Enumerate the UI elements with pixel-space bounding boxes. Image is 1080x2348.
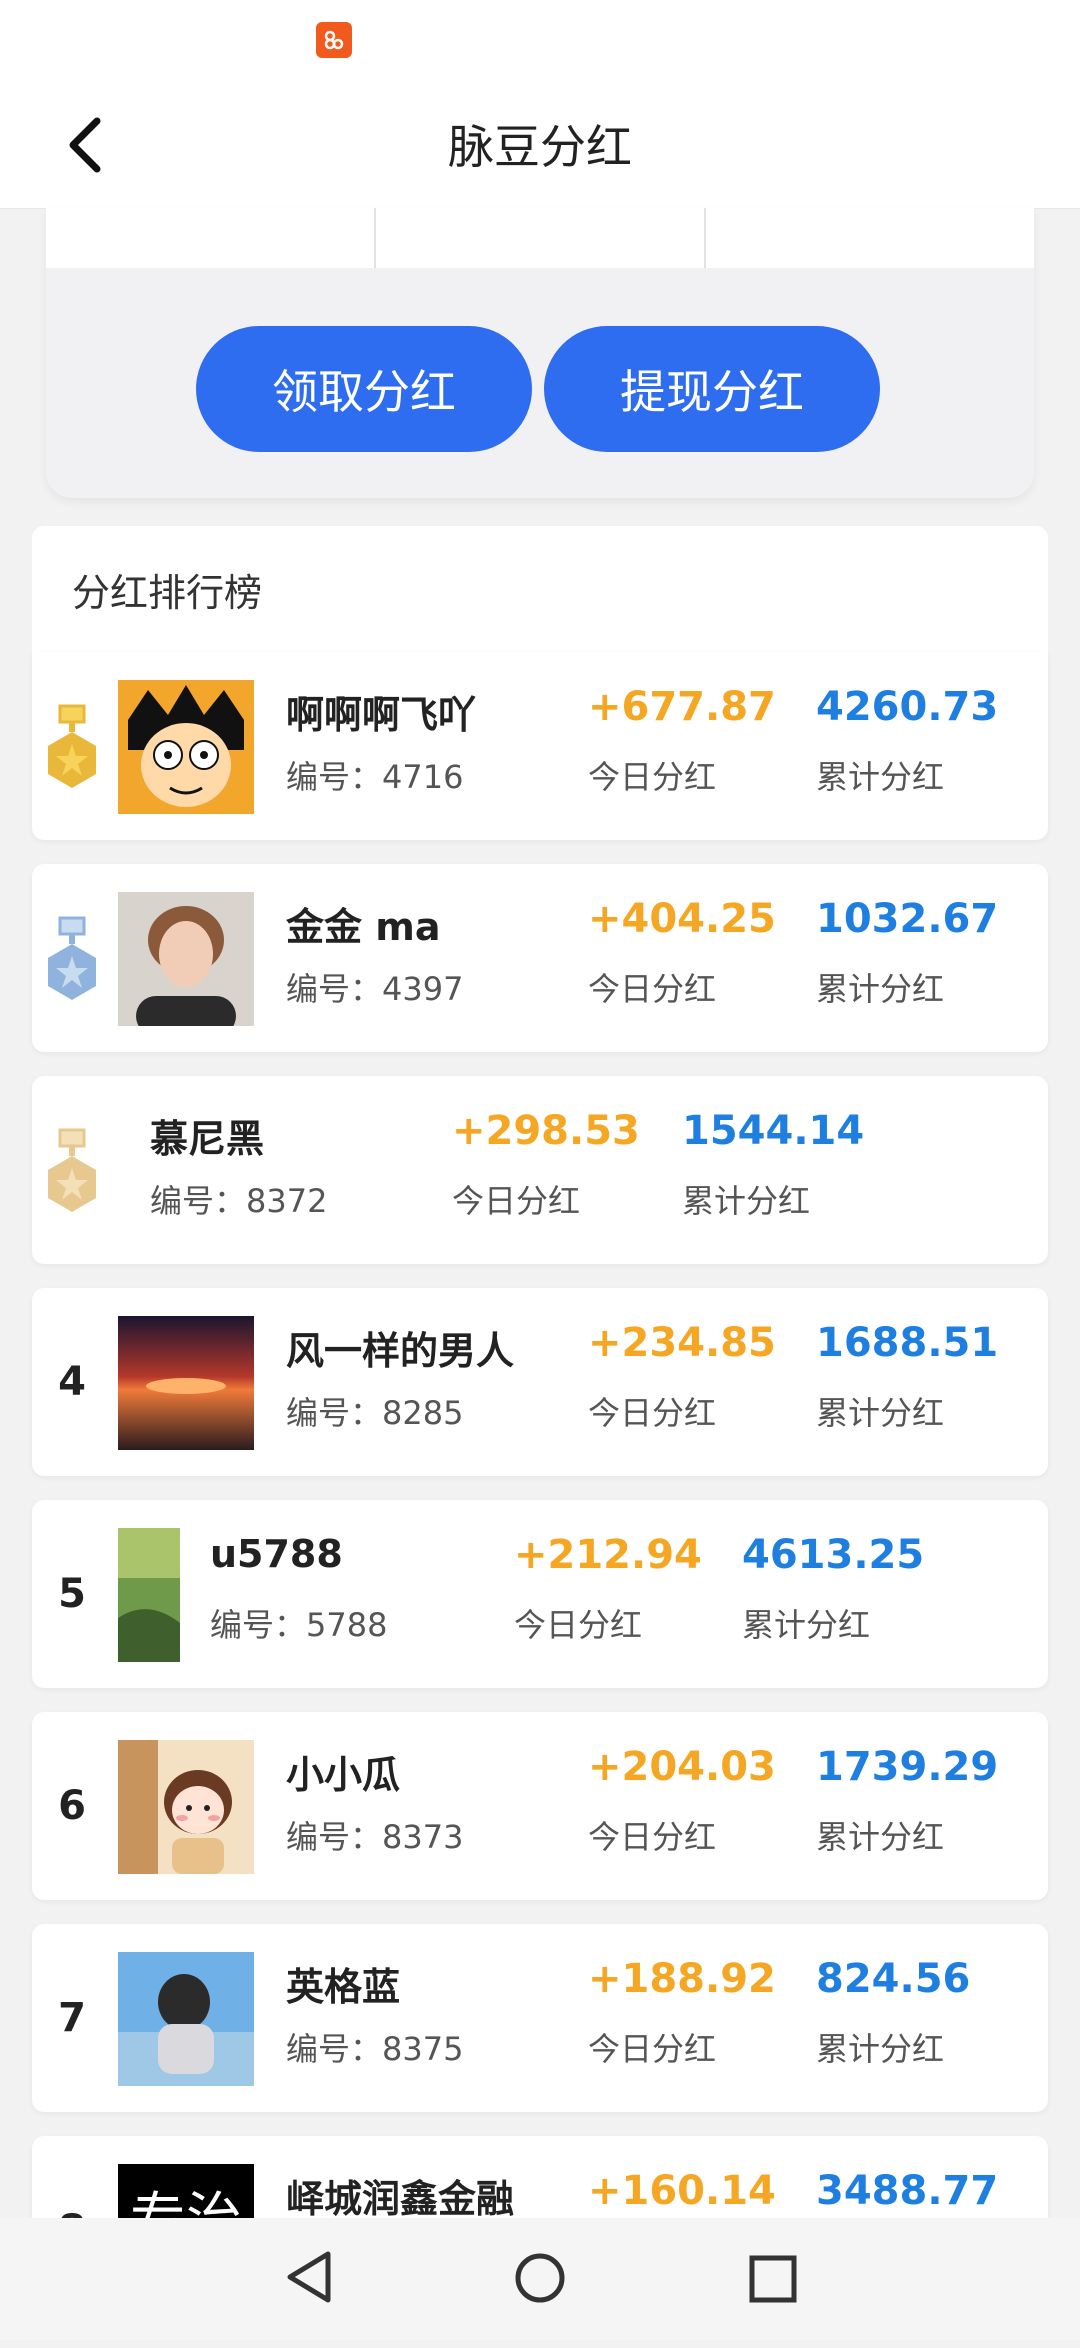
claim-dividend-button[interactable]: 领取分红 [196,326,532,452]
ranking-row[interactable]: 啊啊啊飞吖编号：4716 +677.87 今日分红 4260.73 累计分红 [32,652,1048,840]
total-dividend-value: 4613.25 [742,1532,925,1578]
nav-back-button[interactable] [282,2248,336,2310]
user-id: 编号：8372 [150,1182,328,1220]
page-title: 脉豆分红 [448,120,632,174]
user-avatar [118,1952,254,2086]
total-dividend-label: 累计分红 [816,758,945,796]
dividend-summary-card: 领取分红 提现分红 [46,208,1034,498]
summary-cell [706,208,1034,268]
user-avatar [118,680,254,814]
today-dividend-value: +188.92 [588,1956,776,2002]
user-avatar [118,1528,180,1662]
total-dividend-value: 1032.67 [816,896,999,942]
user-id: 编号：5788 [210,1606,388,1644]
user-id: 编号：8375 [286,2030,464,2068]
ranking-row[interactable]: 7 英格蓝编号：8375 +188.92 今日分红 824.56 累计分红 [32,1924,1048,2112]
ranking-row[interactable]: 6 小小瓜编号：8373 +204.03 今日分红 1739.29 累计分红 [32,1712,1048,1900]
ranking-title: 分红排行榜 [72,570,263,615]
total-dividend-value: 1544.14 [682,1108,865,1154]
ranking-list: 啊啊啊飞吖 编号：4716 +677.87 今日分红 4260.73 累计分红 金金 ma 编… [32,652,1048,2348]
rank-number: 6 [58,1783,86,1829]
user-name: 啊啊啊飞吖 [286,693,477,737]
summary-cell [376,208,706,268]
user-name: 峄城润鑫金融 [286,2177,515,2221]
app-header: 脉豆分红 [0,80,1080,209]
today-dividend-value: +677.87 [588,684,776,730]
user-name: 小小瓜 [286,1753,401,1797]
square-recents-icon [749,2255,797,2303]
user-id: 编号：8373 [286,1818,464,1856]
nav-recents-button[interactable] [748,2254,798,2308]
user-name: 慕尼黑 [150,1117,265,1161]
app-notification-icon [316,22,352,58]
ranking-row[interactable]: 慕尼黑编号：8372 +298.53 今日分红 1544.14 累计分红 [32,1076,1048,1264]
bronze-medal-icon [48,1128,96,1212]
gold-medal-icon [48,704,96,788]
today-dividend-value: +204.03 [588,1744,776,1790]
summary-stats-row [46,208,1034,268]
user-name: 风一样的男人 [286,1329,515,1373]
total-dividend-value: 824.56 [816,1956,971,2002]
user-avatar [118,1316,254,1450]
action-buttons: 领取分红 提现分红 [196,326,880,452]
system-nav-bar [0,2218,1080,2340]
ranking-header: 分红排行榜 [32,526,1048,654]
today-dividend-value: +234.85 [588,1320,776,1366]
summary-cell [46,208,376,268]
user-name: 金金 ma [286,905,441,949]
total-dividend-label: 累计分红 [816,1394,945,1432]
total-dividend-label: 累计分红 [816,1818,945,1856]
total-dividend-label: 累计分红 [816,2030,945,2068]
total-dividend-label: 累计分红 [742,1606,871,1644]
today-dividend-label: 今日分红 [588,1818,717,1856]
today-dividend-label: 今日分红 [588,758,717,796]
user-id: 编号：4397 [286,970,464,1008]
today-dividend-label: 今日分红 [588,1394,717,1432]
nav-home-button[interactable] [514,2252,566,2308]
today-dividend-value: +212.94 [514,1532,702,1578]
total-dividend-value: 1688.51 [816,1320,999,1366]
total-dividend-value: 4260.73 [816,684,999,730]
user-id: 编号：4716 [286,758,464,796]
ranking-row[interactable]: 金金 ma 编号：4397 +404.25 今日分红 1032.67 累计分红 [32,864,1048,1052]
today-dividend-value: +298.53 [452,1108,640,1154]
today-dividend-value: +404.25 [588,896,776,942]
rank-number: 5 [58,1571,86,1617]
user-id: 编号：8285 [286,1394,464,1432]
circle-home-icon [515,2253,565,2303]
back-button[interactable] [50,110,120,180]
today-dividend-label: 今日分红 [588,970,717,1008]
today-dividend-value: +160.14 [588,2168,776,2214]
total-dividend-value: 3488.77 [816,2168,999,2214]
withdraw-dividend-button[interactable]: 提现分红 [544,326,880,452]
today-dividend-label: 今日分红 [452,1182,581,1220]
rank-number: 7 [58,1995,86,2041]
today-dividend-label: 今日分红 [588,2030,717,2068]
chevron-left-icon [69,117,101,173]
rank-number: 4 [58,1359,86,1405]
today-dividend-label: 今日分红 [514,1606,643,1644]
user-avatar [118,892,254,1026]
total-dividend-label: 累计分红 [816,970,945,1008]
triangle-back-icon [287,2251,331,2303]
user-name: 英格蓝 [286,1965,401,2009]
silver-medal-icon [48,916,96,1000]
total-dividend-label: 累计分红 [682,1182,811,1220]
status-bar [0,0,1080,80]
total-dividend-value: 1739.29 [816,1744,999,1790]
user-avatar [118,1740,254,1874]
ranking-row[interactable]: 4 风一样的男人编号：8285 +234.85 今日分红 1688.51 累计分红 [32,1288,1048,1476]
user-name: u5788 [210,1532,343,1576]
ranking-row[interactable]: 5 u5788 编号：5788 +212.94 今日分红 4613.25 累计分红 [32,1500,1048,1688]
